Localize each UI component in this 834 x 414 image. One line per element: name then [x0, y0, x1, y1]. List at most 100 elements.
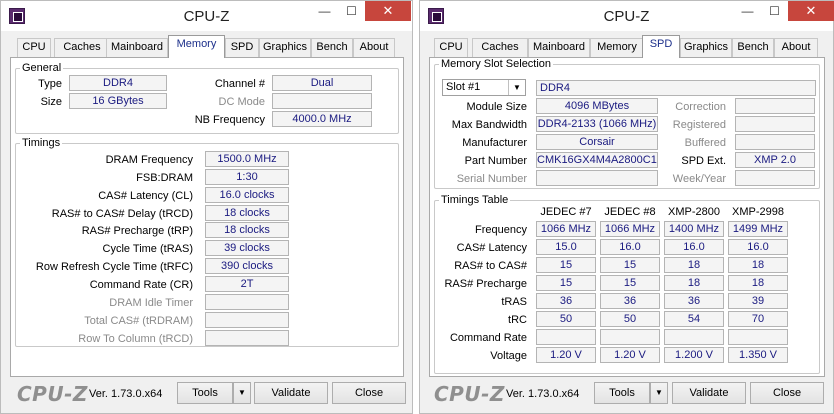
manufacturer-value: Corsair — [536, 134, 658, 150]
timings-table-legend: Timings Table — [441, 194, 509, 206]
row-label: tRAS — [501, 296, 527, 308]
row-to-column-value — [205, 330, 289, 346]
table-cell: 16.0 — [600, 239, 660, 255]
dram-frequency-value: 1500.0 MHz — [205, 151, 289, 167]
registered-label: Registered — [672, 119, 726, 131]
memory-slot-selection-legend: Memory Slot Selection — [441, 58, 552, 70]
command-rate-label: Command Rate (CR) — [89, 279, 193, 291]
tab-caches[interactable]: Caches — [472, 38, 528, 57]
size-label: Size — [40, 96, 62, 108]
dram-idle-timer-value — [205, 294, 289, 310]
table-cell — [600, 329, 660, 345]
table-cell: 1.20 V — [600, 347, 660, 363]
row-label: Frequency — [475, 224, 527, 236]
row-label: RAS# Precharge — [444, 278, 527, 290]
trcd-label: RAS# to CAS# Delay (tRCD) — [51, 208, 193, 220]
validate-button[interactable]: Validate — [254, 382, 328, 404]
table-cell: 15.0 — [536, 239, 596, 255]
chevron-down-icon: ▼ — [508, 80, 525, 95]
tools-dropdown-arrow-icon[interactable]: ▼ — [233, 382, 251, 404]
tab-memory[interactable]: Memory — [590, 38, 644, 57]
week-year-value — [735, 170, 815, 186]
maximize-button[interactable]: ☐ — [761, 1, 788, 21]
table-cell: 36 — [664, 293, 724, 309]
table-cell: 18 — [664, 275, 724, 291]
size-value: 16 GBytes — [69, 93, 167, 109]
tab-cpu[interactable]: CPU — [434, 38, 468, 57]
tab-graphics[interactable]: Graphics — [680, 38, 732, 57]
close-window-button[interactable]: ✕ — [365, 1, 411, 21]
row-label: Command Rate — [449, 332, 527, 344]
table-cell: 70 — [728, 311, 788, 327]
nb-frequency-label: NB Frequency — [194, 114, 265, 126]
table-cell: 18 — [664, 257, 724, 273]
general-legend: General — [22, 62, 62, 74]
tab-spd[interactable]: SPD — [225, 38, 259, 57]
table-cell: 18 — [728, 257, 788, 273]
module-size-value: 4096 MBytes — [536, 98, 658, 114]
fsb-dram-value: 1:30 — [205, 169, 289, 185]
memory-type-value: DDR4 — [536, 80, 816, 96]
close-window-button[interactable]: ✕ — [788, 1, 834, 21]
tools-button[interactable]: Tools — [594, 382, 650, 404]
maximize-button[interactable]: ☐ — [338, 1, 365, 21]
week-year-label: Week/Year — [672, 173, 726, 185]
dc-mode-label: DC Mode — [218, 96, 265, 108]
correction-value — [735, 98, 815, 114]
tras-label: Cycle Time (tRAS) — [102, 243, 193, 255]
row-label: CAS# Latency — [456, 242, 527, 254]
validate-button[interactable]: Validate — [672, 382, 746, 404]
row-label: RAS# to CAS# — [454, 260, 527, 272]
table-cell: 15 — [600, 257, 660, 273]
row-label: Voltage — [490, 350, 527, 362]
table-cell: 1066 MHz — [536, 221, 596, 237]
table-cell: 50 — [536, 311, 596, 327]
tab-about[interactable]: About — [774, 38, 818, 57]
tab-bench[interactable]: Bench — [732, 38, 774, 57]
tab-bench[interactable]: Bench — [311, 38, 353, 57]
tab-spd[interactable]: SPD — [642, 35, 680, 58]
channel-label: Channel # — [214, 78, 265, 90]
title-bar[interactable]: CPU-Z — ☐ ✕ — [1, 1, 412, 31]
tools-dropdown-arrow-icon[interactable]: ▼ — [650, 382, 668, 404]
tab-mainboard[interactable]: Mainboard — [528, 38, 590, 57]
close-button[interactable]: Close — [750, 382, 824, 404]
table-cell: 36 — [536, 293, 596, 309]
tab-mainboard[interactable]: Mainboard — [106, 38, 168, 57]
spd-ext-value: XMP 2.0 — [735, 152, 815, 168]
registered-value — [735, 116, 815, 132]
cpuz-footer-logo: CPU-Z — [434, 382, 505, 406]
tab-graphics[interactable]: Graphics — [259, 38, 311, 57]
cas-latency-label: CAS# Latency (CL) — [98, 190, 193, 202]
trfc-value: 390 clocks — [205, 258, 289, 274]
title-bar[interactable]: CPU-Z — ☐ ✕ — [420, 1, 834, 31]
correction-label: Correction — [675, 101, 726, 113]
table-cell: 16.0 — [664, 239, 724, 255]
cpuz-footer-logo: CPU-Z — [17, 382, 88, 406]
table-cell: 50 — [600, 311, 660, 327]
total-cas-value — [205, 312, 289, 328]
close-button[interactable]: Close — [332, 382, 406, 404]
tools-button[interactable]: Tools — [177, 382, 233, 404]
tab-cpu[interactable]: CPU — [17, 38, 51, 57]
tab-about[interactable]: About — [353, 38, 395, 57]
version-label: Ver. 1.73.0.x64 — [506, 388, 580, 400]
column-header: JEDEC #8 — [604, 206, 656, 218]
trp-value: 18 clocks — [205, 222, 289, 238]
table-cell: 1499 MHz — [728, 221, 788, 237]
slot-select[interactable]: Slot #1 ▼ — [442, 79, 526, 96]
cas-latency-value: 16.0 clocks — [205, 187, 289, 203]
table-cell: 1.350 V — [728, 347, 788, 363]
column-header: JEDEC #7 — [540, 206, 592, 218]
column-header: XMP-2800 — [668, 206, 720, 218]
max-bandwidth-value: DDR4-2133 (1066 MHz) — [536, 116, 658, 132]
spd-panel: Memory Slot Selection Slot #1 ▼ DDR4 Mod… — [429, 57, 825, 377]
minimize-button[interactable]: — — [734, 1, 761, 21]
row-to-column-label: Row To Column (tRCD) — [78, 333, 193, 345]
slot-select-value: Slot #1 — [446, 81, 481, 93]
tab-memory[interactable]: Memory — [168, 35, 225, 58]
table-cell: 15 — [600, 275, 660, 291]
minimize-button[interactable]: — — [311, 1, 338, 21]
tab-caches[interactable]: Caches — [54, 38, 110, 57]
table-cell: 18 — [728, 275, 788, 291]
